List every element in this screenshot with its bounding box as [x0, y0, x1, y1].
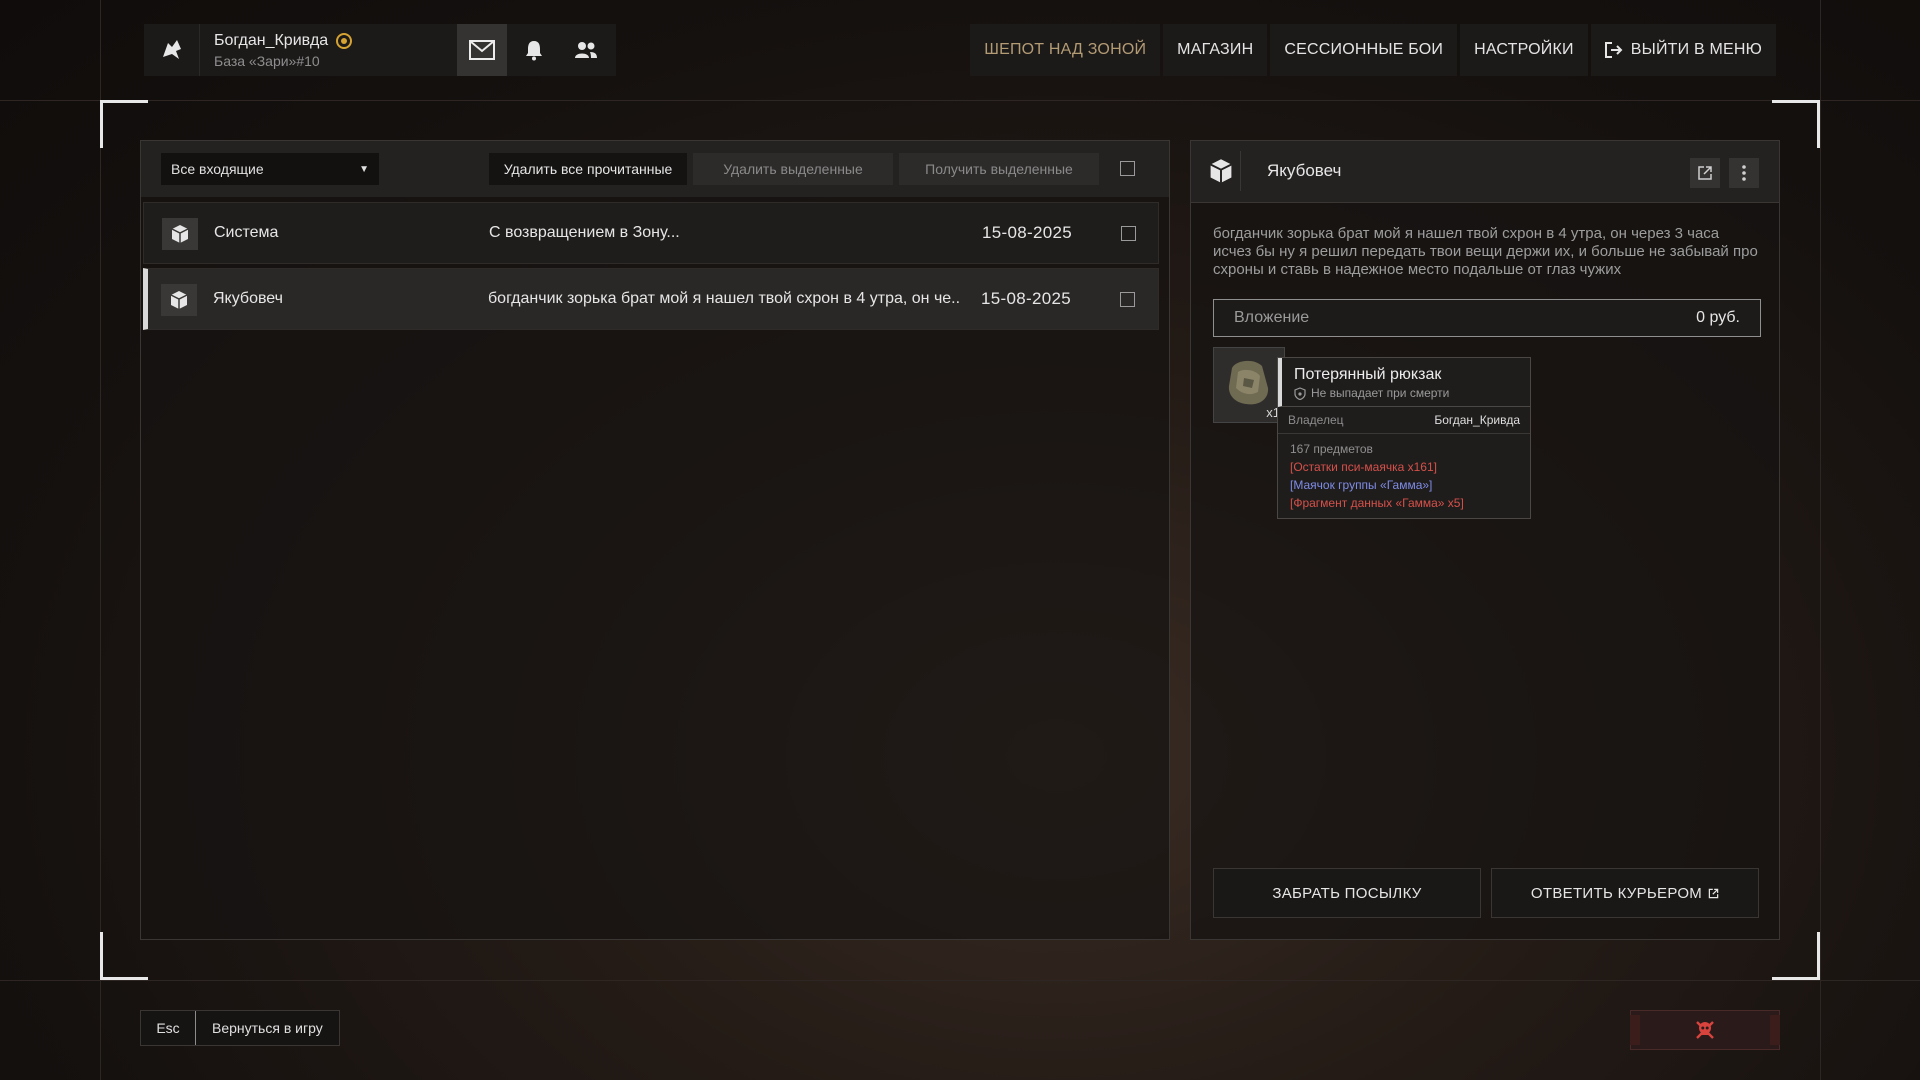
back-to-game-button[interactable]: Esc Вернуться в игру [140, 1010, 340, 1046]
nav-settings[interactable]: НАСТРОЙКИ [1460, 24, 1588, 76]
attachment-label: Вложение [1234, 309, 1310, 326]
back-to-game-label: Вернуться в игру [212, 1020, 323, 1036]
item-name: Потерянный рюкзак [1278, 358, 1530, 386]
owner-label: Владелец [1288, 413, 1344, 427]
mail-filter-value: Все входящие [171, 161, 264, 177]
nav-exit-to-menu[interactable]: ВЫЙТИ В МЕНЮ [1590, 24, 1776, 76]
friends-icon [575, 42, 597, 58]
frame-line-bottom [0, 980, 1920, 981]
reply-courier-label: ОТВЕТИТЬ КУРЬЕРОМ [1530, 884, 1703, 902]
mail-toolbar: Все входящие ▼ Удалить все прочитанные У… [141, 141, 1169, 197]
frame-line-left [100, 0, 101, 1080]
frame-line-right [1820, 0, 1821, 1080]
nav-whisper[interactable]: ШЕПОТ НАД ЗОНОЙ [970, 24, 1161, 76]
package-icon [162, 218, 198, 250]
item-content-line: [Фрагмент данных «Гамма» x5] [1290, 496, 1464, 510]
item-note-text: Не выпадает при смерти [1311, 386, 1450, 400]
external-link-icon [1698, 166, 1712, 180]
player-name: Богдан_Кривда [214, 31, 329, 49]
profile-info[interactable]: Богдан_Кривда База «Зари»#10 [200, 32, 455, 69]
external-link-icon [1708, 888, 1719, 899]
open-external-button[interactable] [1690, 158, 1720, 188]
faction-logo-icon [144, 24, 200, 76]
delete-selected-button[interactable]: Удалить выделенные [693, 153, 893, 185]
frame-line-top [0, 100, 1920, 101]
mail-filter-select[interactable]: Все входящие ▼ [161, 153, 379, 185]
mail-button[interactable] [457, 24, 507, 76]
package-icon [1201, 151, 1241, 191]
profile-bar: Богдан_Кривда База «Зари»#10 [144, 24, 616, 76]
mail-detail-panel: Якубовеч богданчик зорька брат мой я наш… [1190, 140, 1780, 940]
message-body: богданчик зорька брат мой я нашел твой с… [1213, 225, 1758, 278]
esc-key: Esc [141, 1011, 196, 1045]
mail-date: 15-08-2025 [981, 289, 1071, 308]
exit-icon [1604, 42, 1623, 58]
exit-label: ВЫЙТИ В МЕНЮ [1630, 41, 1762, 58]
item-contents: 167 предметов [Остатки пси-маячка x161] … [1278, 434, 1530, 518]
suicide-button[interactable] [1630, 1010, 1780, 1050]
more-options-button[interactable] [1729, 158, 1759, 188]
take-parcel-button[interactable]: ЗАБРАТЬ ПОСЫЛКУ [1213, 868, 1481, 918]
more-vertical-icon [1742, 165, 1746, 181]
attachment-value: 0 руб. [1696, 309, 1740, 326]
select-all-checkbox[interactable] [1120, 161, 1135, 176]
package-icon [161, 284, 197, 316]
owner-value: Богдан_Кривда [1434, 413, 1520, 427]
mail-row-checkbox[interactable] [1120, 292, 1135, 307]
mail-row-selected[interactable]: Якубовеч богданчик зорька брат мой я наш… [143, 268, 1159, 330]
receive-selected-button[interactable]: Получить выделенные [899, 153, 1099, 185]
player-base: База «Зари»#10 [214, 52, 320, 69]
item-content-line: [Маячок группы «Гамма»] [1290, 478, 1433, 492]
item-tooltip: Потерянный рюкзак Не выпадает при смерти… [1277, 357, 1531, 519]
top-navigation: ШЕПОТ НАД ЗОНОЙ МАГАЗИН СЕССИОННЫЕ БОИ Н… [970, 24, 1776, 76]
delete-read-button[interactable]: Удалить все прочитанные [489, 153, 687, 185]
item-owner-row: Владелец Богдан_Кривда [1278, 407, 1530, 434]
skull-crossbones-icon [1696, 1021, 1714, 1039]
item-note: Не выпадает при смерти [1278, 386, 1530, 407]
mail-icon [469, 40, 495, 60]
detail-sender: Якубовеч [1267, 161, 1342, 180]
mail-list-panel: Все входящие ▼ Удалить все прочитанные У… [140, 140, 1170, 940]
rank-badge-icon [336, 32, 353, 49]
bell-icon [526, 41, 542, 61]
mail-row[interactable]: Система С возвращением в Зону... 15-08-2… [143, 202, 1159, 264]
notifications-button[interactable] [509, 24, 559, 76]
mail-sender: Система [214, 224, 279, 241]
item-slot[interactable]: x1 [1213, 347, 1285, 423]
nav-sessions[interactable]: СЕССИОННЫЕ БОИ [1270, 24, 1458, 76]
nav-shop[interactable]: МАГАЗИН [1163, 24, 1268, 76]
chevron-down-icon: ▼ [359, 163, 369, 175]
mail-sender: Якубовеч [213, 290, 283, 307]
mail-date: 15-08-2025 [982, 223, 1072, 242]
mail-row-checkbox[interactable] [1121, 226, 1136, 241]
item-count: 167 предметов [1290, 442, 1373, 456]
mail-subject: богданчик зорька брат мой я нашел твой с… [488, 290, 961, 307]
attachment-bar: Вложение 0 руб. [1213, 299, 1761, 337]
friends-button[interactable] [561, 24, 611, 76]
reply-courier-button[interactable]: ОТВЕТИТЬ КУРЬЕРОМ [1491, 868, 1759, 918]
mail-subject: С возвращением в Зону... [489, 224, 680, 241]
item-content-line: [Остатки пси-маячка x161] [1290, 460, 1437, 474]
detail-header: Якубовеч [1191, 141, 1779, 203]
shield-icon [1294, 386, 1306, 400]
